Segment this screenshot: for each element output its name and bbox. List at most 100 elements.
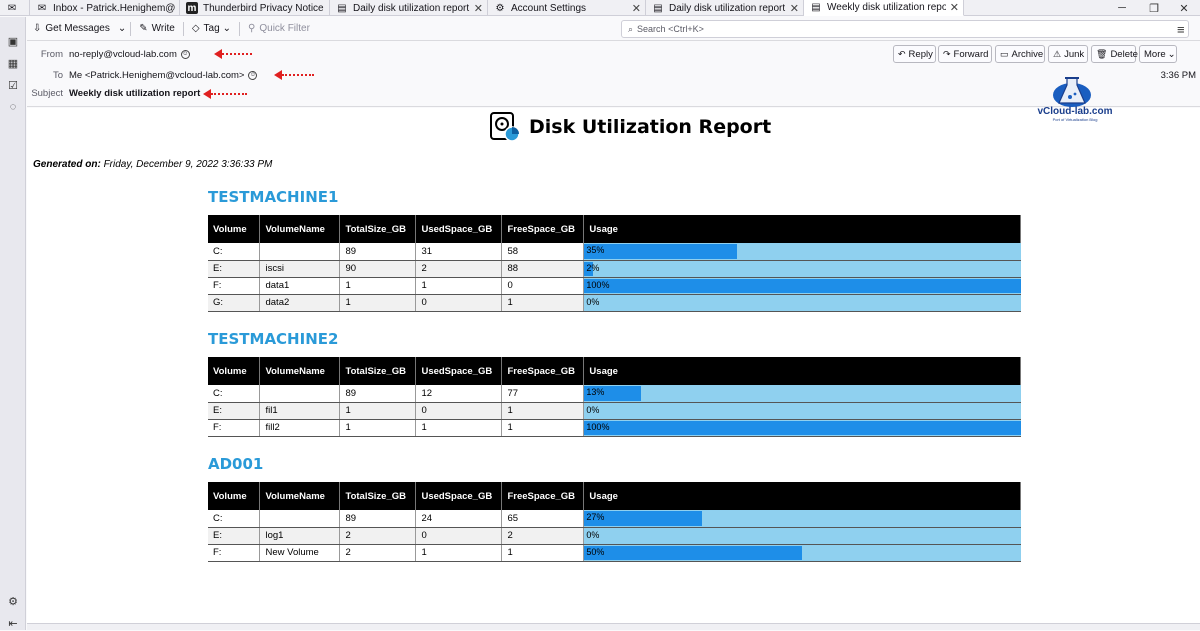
status-bar [27,623,1200,630]
table-cell-volume-name: data1 [259,277,341,295]
chat-icon[interactable]: ◌ [5,99,21,115]
more-button[interactable]: More ⌄ [1139,45,1177,63]
column-header: UsedSpace_GB [415,357,503,385]
usage-bar [584,545,803,560]
tab-label: Thunderbird Privacy Notice [203,2,324,14]
gear-icon: ⚙ [495,2,505,14]
table-cell-free: 65 [501,510,585,528]
forward-label: Forward [953,48,989,60]
chevron-down-icon[interactable]: ⌄ [116,19,128,39]
delete-button[interactable]: 🗑 Delete [1091,45,1138,63]
logo-tagline: Port of Virtualization Blog [1052,117,1098,122]
tab-inbox[interactable]: ✉ Inbox - Patrick.Henighem@vclo [30,0,180,16]
close-icon[interactable]: ✕ [474,2,483,15]
archive-button[interactable]: ▭ Archive [995,45,1045,63]
table-cell-volume-name [259,385,341,403]
usage-bar [584,278,1021,293]
separator [182,21,184,36]
forward-button[interactable]: ↷ Forward [938,45,992,63]
usage-text: 35% [586,245,605,255]
to-label: To [52,70,63,81]
tab-privacy-notice[interactable]: m Thunderbird Privacy Notice [180,0,330,16]
write-label: Write [151,23,175,34]
table-cell-volume-name: New Volume [259,544,341,562]
table-cell-volume: C: [208,510,261,528]
disk-table: Volume VolumeName TotalSize_GB UsedSpace_GB… [208,357,1021,437]
mail-icon: ✉ [37,2,47,14]
table-cell-volume: F: [208,419,261,437]
junk-button[interactable]: ⚠ Junk [1048,45,1088,63]
table-row: E: iscsi 90 2 88 2% [208,260,1021,278]
table-cell-total: 1 [339,294,417,312]
usage-cell: 35% [583,243,1021,261]
reply-button[interactable]: ↶ Reply [893,45,936,63]
table-cell-volume-name: fil1 [259,402,341,420]
usage-bar [584,420,1021,435]
table-cell-free: 1 [501,544,585,562]
quick-filter-button[interactable]: ⚲ Quick Filter [242,19,316,39]
close-window-icon[interactable]: ✕ [1168,0,1200,16]
table-row: F: fill2 1 1 1 100% [208,419,1021,437]
subject-label: Subject [31,88,63,99]
tab-label: Daily disk utilization report [669,2,786,14]
close-icon[interactable]: ✕ [950,1,959,14]
calendar-icon[interactable]: ▦ [5,55,21,71]
table-cell-volume: G: [208,294,261,312]
address-book-icon[interactable]: ▣ [5,33,21,49]
column-header: Volume [208,482,261,510]
minimize-icon[interactable]: ─ [1106,0,1138,16]
usage-cell: 13% [583,385,1021,403]
table-cell-used: 24 [415,510,503,528]
usage-cell: 100% [583,419,1021,437]
tab-daily-report-2[interactable]: ▤ Daily disk utilization report ✕ [646,0,804,16]
column-header: VolumeName [259,215,341,243]
tab-weekly-report[interactable]: ▤ Weekly disk utilization repor ✕ [804,0,964,16]
column-header: VolumeName [259,482,341,510]
tab-label: Inbox - Patrick.Henighem@vclo [53,2,175,14]
from-address[interactable]: no-reply@vcloud-lab.com [69,49,177,60]
search-input[interactable]: ⌕ Search <Ctrl+K> [621,20,1189,38]
usage-text: 0% [586,404,600,415]
delete-label: Delete [1110,48,1138,60]
flask-logo-icon [1053,77,1091,107]
get-messages-button[interactable]: ⇩ Get Messages [27,19,116,39]
chevron-down-icon: ⌄ [222,23,232,34]
tasks-icon[interactable]: ☑ [5,77,21,93]
usage-cell: 0% [583,402,1021,420]
write-button[interactable]: ✎ Write [133,19,181,39]
close-icon[interactable]: ✕ [790,2,799,15]
tab-daily-report-1[interactable]: ▤ Daily disk utilization report ✕ [330,0,488,16]
contact-icon[interactable]: ☺ [248,71,258,80]
disk-table: Volume VolumeName TotalSize_GB UsedSpace_GB… [208,215,1021,312]
generated-value: Friday, December 9, 2022 3:36:33 PM [100,159,273,170]
app-menu-icon[interactable]: ≡ [1177,22,1185,37]
settings-gear-icon[interactable]: ⚙ [5,593,21,609]
usage-text: 100% [586,421,610,432]
annotation-arrow [274,70,314,80]
usage-cell: 0% [583,527,1021,545]
restore-icon[interactable]: ❐ [1138,0,1170,16]
tag-button[interactable]: ◇ Tag ⌄ [186,19,237,39]
table-cell-total: 89 [339,510,417,528]
column-header: UsedSpace_GB [415,215,503,243]
download-icon: ⇩ [33,23,42,34]
close-icon[interactable]: ✕ [632,2,641,15]
table-cell-used: 31 [415,243,503,261]
collapse-icon[interactable]: ⇤ [5,615,21,631]
tag-label: Tag [203,23,220,34]
search-placeholder: Search <Ctrl+K> [637,24,704,34]
table-cell-volume: F: [208,544,261,562]
to-address[interactable]: Me <Patrick.Henighem@vcloud-lab.com> [69,70,244,81]
column-header: FreeSpace_GB [501,482,585,510]
disk-report-icon [490,112,520,142]
table-cell-used: 0 [415,294,503,312]
to-row: To Me <Patrick.Henighem@vcloud-lab.com> … [27,70,258,81]
contact-icon[interactable]: ☺ [180,50,190,59]
tab-mail-space[interactable]: ✉ [0,0,30,16]
reply-icon: ↶ [898,48,906,59]
machine-heading: TESTMACHINE1 [208,188,339,206]
subject-value: Weekly disk utilization report [69,88,201,99]
tab-account-settings[interactable]: ⚙ Account Settings ✕ [488,0,646,16]
annotation-arrow [203,89,247,99]
table-cell-free: 58 [501,243,585,261]
